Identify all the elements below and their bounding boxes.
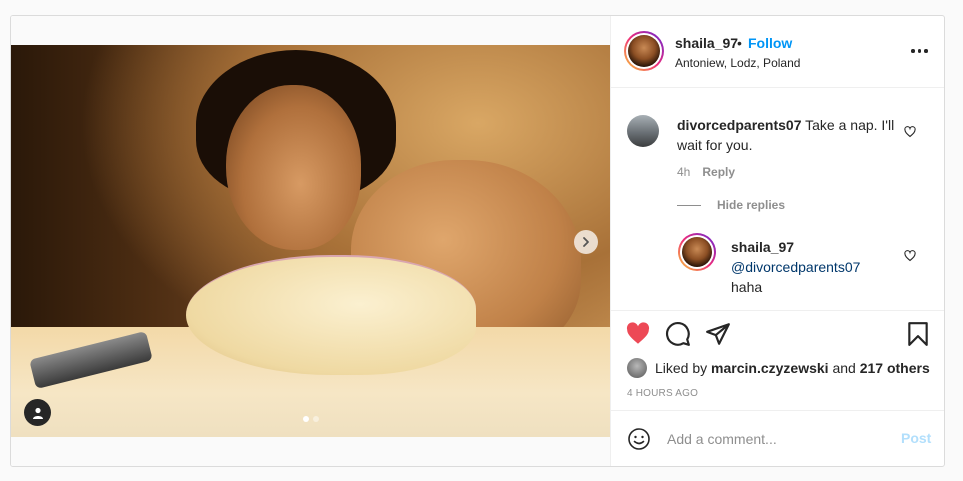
commenter-avatar[interactable] (627, 115, 659, 147)
comment-input[interactable] (667, 427, 887, 451)
reply-body: haha (731, 279, 763, 295)
share-button[interactable] (705, 321, 731, 347)
comment-reply-button[interactable]: Reply (702, 165, 735, 179)
likes-others-link[interactable]: 217 others (860, 360, 930, 376)
post-header: shaila_97 • Follow Antoniew, Lodz, Polan… (611, 16, 944, 88)
reply-avatar[interactable] (678, 233, 716, 271)
comment-username[interactable]: divorcedparents07 (677, 117, 802, 133)
post-comment-button[interactable]: Post (901, 430, 931, 446)
post-timestamp[interactable]: 4 HOURS AGO (627, 388, 698, 399)
reply-text: shaila_97 @divorcedparents07 haha (731, 237, 901, 297)
like-button[interactable] (625, 321, 651, 347)
reply-like-icon[interactable] (904, 250, 916, 262)
chevron-right-icon (583, 237, 589, 247)
comment-meta: 4h Reply (677, 165, 735, 179)
carousel-indicator (303, 416, 319, 422)
save-button[interactable] (905, 321, 931, 347)
replies-divider (677, 205, 701, 206)
bookmark-icon (908, 322, 928, 346)
tagged-users-button[interactable] (24, 399, 51, 426)
comment-button[interactable] (665, 321, 691, 347)
reply-mention[interactable]: @divorcedparents07 (731, 259, 860, 275)
hide-replies-button[interactable]: Hide replies (717, 198, 785, 212)
emoji-button[interactable] (627, 427, 651, 451)
likes-summary: Liked by marcin.czyzewski and 217 others (627, 357, 930, 379)
location-link[interactable]: Antoniew, Lodz, Poland (675, 56, 800, 70)
post-sidebar: shaila_97 • Follow Antoniew, Lodz, Polan… (610, 16, 944, 466)
add-comment-bar: Post (611, 410, 944, 466)
post-photo[interactable] (11, 45, 610, 437)
heart-filled-icon (626, 322, 650, 344)
comment-like-icon[interactable] (904, 126, 916, 138)
carousel-dot-active (303, 416, 309, 422)
liker-username[interactable]: marcin.czyzewski (711, 360, 829, 376)
comment-text: divorcedparents07 Take a nap. I'll wait … (677, 115, 897, 155)
carousel-next-button[interactable] (574, 230, 598, 254)
reply-username[interactable]: shaila_97 (731, 239, 794, 255)
comment-age: 4h (677, 165, 691, 179)
carousel-dot (313, 416, 319, 422)
author-username[interactable]: shaila_97 (675, 35, 738, 51)
comments-list[interactable]: divorcedparents07 Take a nap. I'll wait … (611, 88, 944, 310)
comment-icon (666, 322, 690, 346)
smiley-icon (628, 428, 650, 450)
likes-joiner: and (832, 360, 856, 376)
more-options-icon[interactable] (911, 44, 931, 58)
post-media (11, 16, 610, 466)
liker-avatar[interactable] (627, 358, 647, 378)
send-icon (706, 323, 730, 345)
separator-dot: • (737, 35, 742, 51)
follow-button[interactable]: Follow (748, 35, 792, 51)
author-avatar[interactable] (624, 31, 664, 71)
user-icon (32, 407, 43, 419)
likes-prefix: Liked by (655, 360, 708, 376)
instagram-post: shaila_97 • Follow Antoniew, Lodz, Polan… (10, 15, 945, 467)
post-actions (611, 310, 944, 352)
